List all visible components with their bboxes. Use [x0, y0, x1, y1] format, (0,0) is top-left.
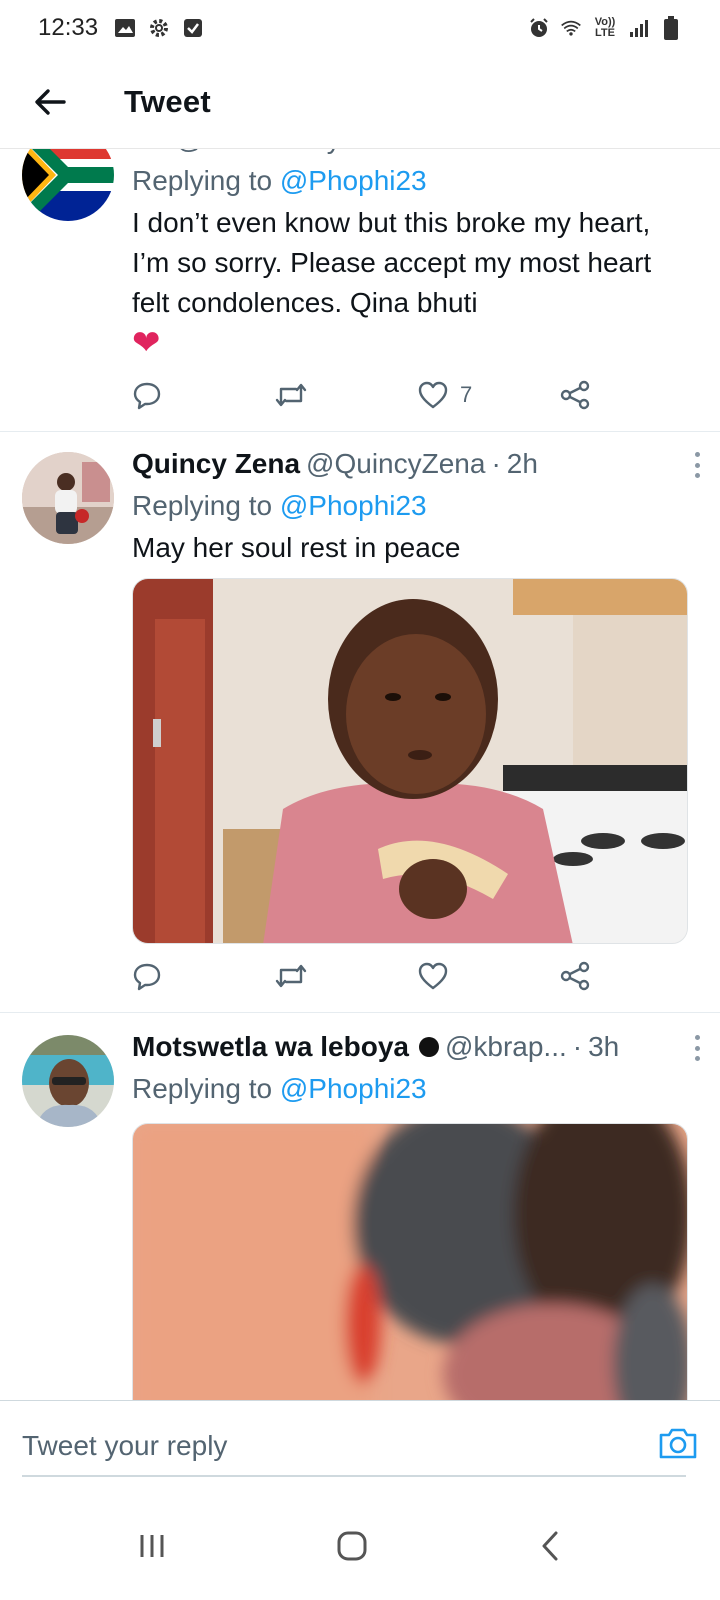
system-nav-bar	[0, 1490, 720, 1600]
user-photo-avatar	[22, 1035, 114, 1127]
author-handle[interactable]: @samethetty	[175, 149, 340, 157]
retweet-button[interactable]	[274, 961, 308, 991]
home-icon	[337, 1531, 367, 1561]
reply-icon	[133, 963, 161, 991]
separator: ·	[491, 448, 501, 479]
mention-link[interactable]: @Phophi23	[280, 490, 427, 521]
volte-icon: Vo)) LTE	[594, 16, 616, 39]
more-options-icon[interactable]	[686, 1035, 708, 1061]
tweet-time: 2h	[347, 149, 378, 157]
divider	[22, 1475, 686, 1477]
tweet-header: Quincy Zena @QuincyZena · 2h	[132, 446, 686, 482]
reply-feed[interactable]: ZA @samethetty 2h Replying to @Phophi23 …	[0, 148, 720, 1400]
tweet[interactable]: ZA @samethetty 2h Replying to @Phophi23 …	[0, 149, 720, 432]
like-button[interactable]	[418, 962, 448, 990]
chevron-left-icon	[542, 1531, 558, 1561]
system-icons: Vo)) LTE	[528, 16, 682, 40]
notification-icons	[114, 17, 204, 39]
reply-button[interactable]	[132, 961, 162, 991]
share-icon	[560, 961, 590, 991]
image-icon	[114, 17, 136, 39]
author-handle[interactable]: @kbrap...	[445, 1029, 567, 1065]
user-photo-avatar	[22, 452, 114, 544]
gear-icon	[148, 17, 170, 39]
recent-apps-icon	[140, 1535, 164, 1557]
heart-icon	[418, 381, 448, 409]
checkbox-icon	[182, 17, 204, 39]
verified-dot-icon	[418, 1037, 439, 1057]
avatar[interactable]	[22, 149, 114, 221]
alarm-icon	[528, 17, 550, 39]
camera-button[interactable]	[658, 1425, 698, 1465]
signal-icon	[628, 17, 650, 39]
author-name[interactable]: Motswetla wa leboya	[132, 1029, 409, 1065]
share-button[interactable]	[560, 961, 590, 991]
author-handle[interactable]: @QuincyZena	[306, 446, 485, 482]
more-options-icon[interactable]	[686, 452, 708, 478]
mention-link[interactable]: @Phophi23	[280, 165, 427, 196]
status-bar: 12:33 Vo)) LTE	[0, 0, 720, 56]
back-nav-button[interactable]	[528, 1524, 572, 1568]
blurred-photo	[133, 1124, 687, 1400]
share-button[interactable]	[560, 380, 590, 410]
status-time: 12:33	[38, 14, 99, 41]
tweet[interactable]: Motswetla wa leboya @kbrap... · 3h Reply…	[0, 1013, 720, 1400]
battery-icon	[660, 16, 682, 40]
tweet-text: I don’t even know but this broke my hear…	[132, 207, 652, 362]
retweet-icon	[275, 964, 307, 988]
camera-icon	[659, 1428, 697, 1459]
top-app-bar: Tweet	[0, 62, 720, 142]
like-count: 7	[460, 382, 473, 407]
page-title: Tweet	[124, 84, 212, 119]
avatar[interactable]	[22, 452, 114, 544]
back-button[interactable]	[20, 72, 80, 132]
reply-icon	[133, 382, 161, 410]
tweet-media-image[interactable]	[132, 578, 688, 944]
recent-apps-button[interactable]	[130, 1524, 174, 1568]
tweet-header: Motswetla wa leboya @kbrap... · 3h	[132, 1029, 686, 1065]
replying-to: Replying to @Phophi23	[132, 165, 427, 196]
retweet-button[interactable]	[274, 380, 308, 410]
tweet-actions	[132, 956, 612, 996]
arrow-left-icon	[35, 89, 66, 115]
tweet[interactable]: Quincy Zena @QuincyZena · 2h Replying to…	[0, 432, 720, 1013]
home-button[interactable]	[330, 1524, 374, 1568]
tweet-header: ZA @samethetty 2h	[132, 149, 686, 157]
south-africa-flag-avatar	[22, 149, 114, 221]
mention-link[interactable]: @Phophi23	[280, 1073, 427, 1104]
author-name[interactable]: Quincy Zena	[132, 446, 300, 482]
tweet-time: 2h	[506, 448, 538, 479]
tweet-actions: 7	[132, 375, 612, 415]
reply-input[interactable]: Tweet your reply	[22, 1430, 227, 1462]
author-name[interactable]: ZA	[132, 149, 169, 157]
replying-to: Replying to @Phophi23	[132, 1073, 427, 1104]
like-button[interactable]: 7	[418, 381, 472, 409]
child-photo	[133, 579, 687, 943]
heart-emoji: ❤	[132, 324, 161, 362]
retweet-icon	[275, 383, 307, 407]
tweet-text: May her soul rest in peace	[132, 532, 461, 563]
reply-button[interactable]	[132, 380, 162, 410]
avatar[interactable]	[22, 1035, 114, 1127]
heart-icon	[418, 962, 448, 990]
share-icon	[560, 380, 590, 410]
tweet-media-image[interactable]	[132, 1123, 688, 1400]
wifi-icon	[560, 17, 582, 39]
separator: ·	[572, 1031, 583, 1062]
replying-to: Replying to @Phophi23	[132, 490, 427, 521]
tweet-time: 3h	[588, 1031, 620, 1062]
